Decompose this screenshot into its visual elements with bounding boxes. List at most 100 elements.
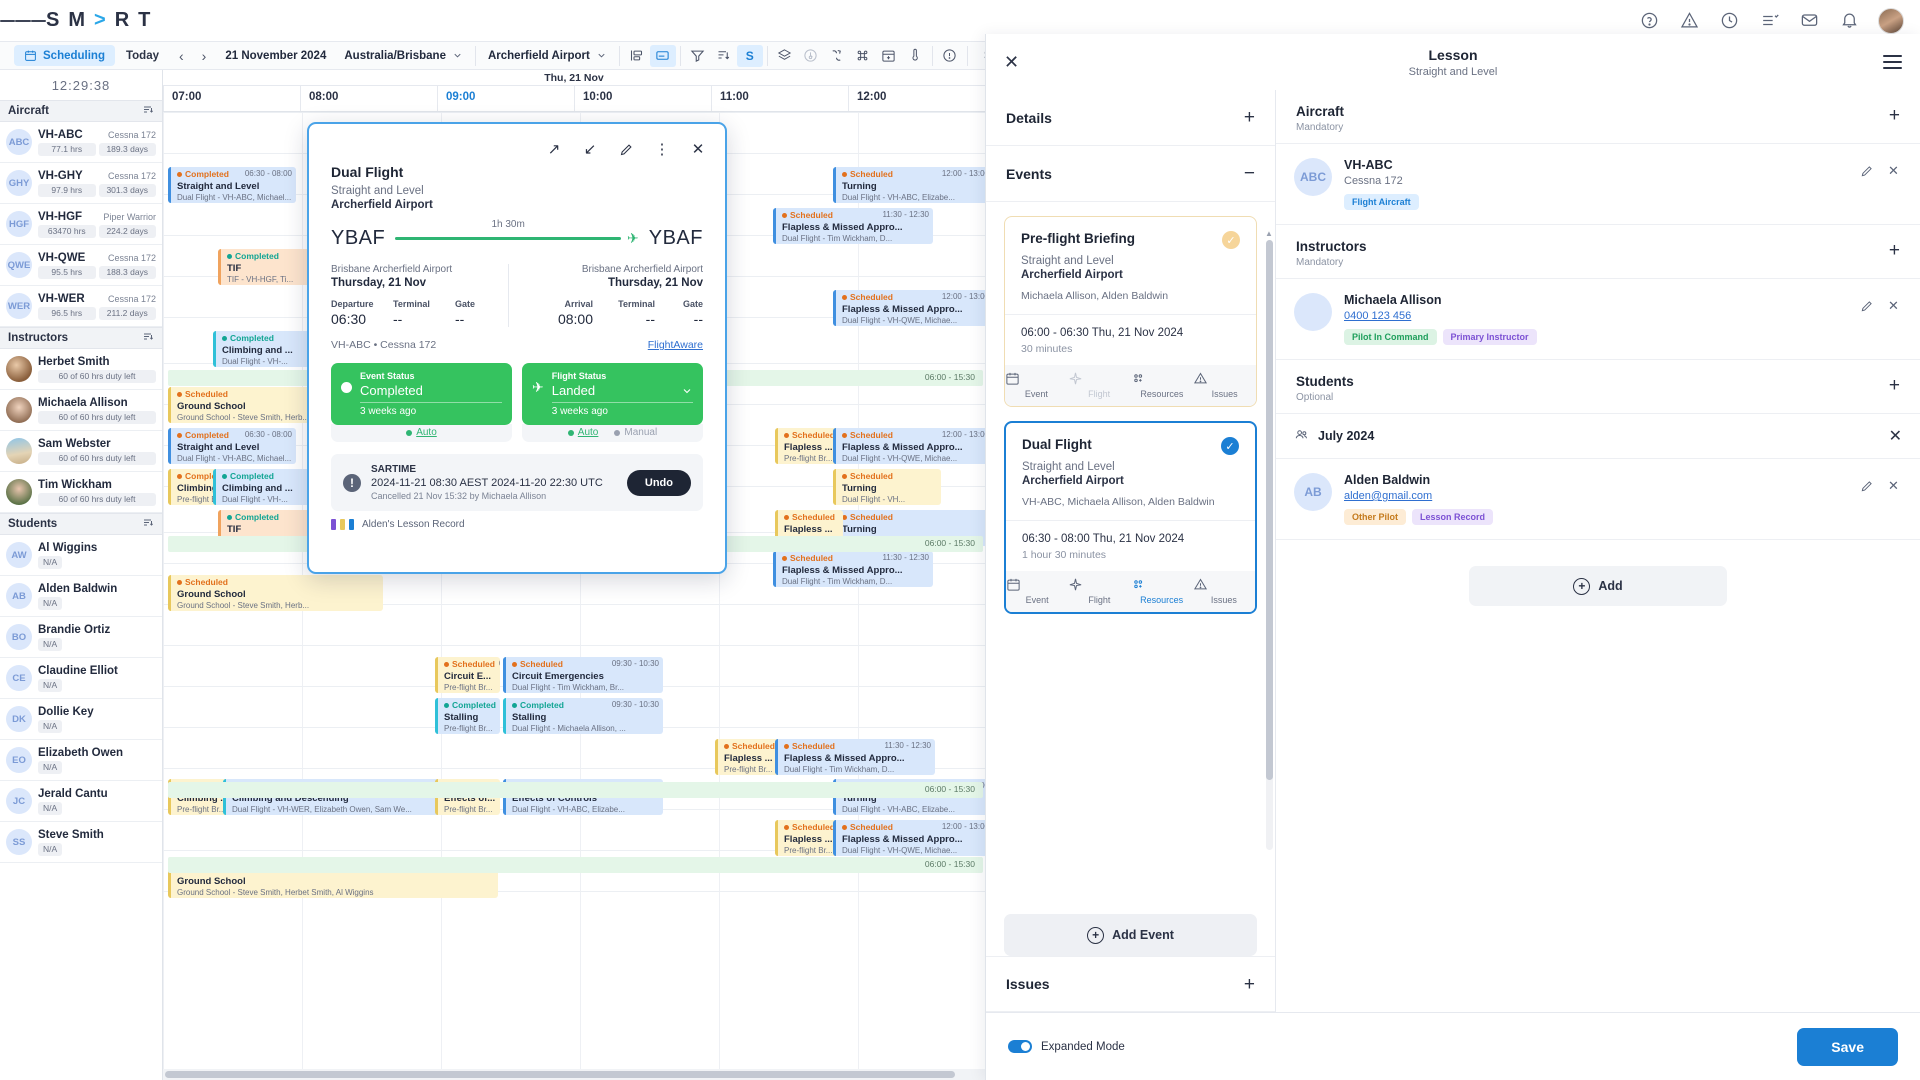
remove-aircraft-icon[interactable]: ✕ bbox=[1885, 162, 1902, 179]
tab-scheduling[interactable]: Scheduling bbox=[14, 45, 115, 66]
main-menu-icon[interactable] bbox=[0, 17, 46, 25]
calendar-event[interactable]: ScheduledTurningDual Flight - VH... bbox=[833, 469, 941, 505]
clock-icon[interactable] bbox=[1718, 10, 1740, 32]
student-row[interactable]: SSSteve SmithN/A bbox=[0, 822, 162, 863]
sort-instructors-icon[interactable] bbox=[142, 331, 154, 346]
instructor-phone[interactable]: 0400 123 456 bbox=[1344, 310, 1858, 322]
student-email[interactable]: alden@gmail.com bbox=[1344, 490, 1858, 502]
flight-manual-option[interactable]: Manual bbox=[614, 427, 657, 438]
command-icon[interactable] bbox=[850, 45, 876, 67]
add-aircraft-icon[interactable]: + bbox=[1889, 104, 1900, 125]
collapse-events-icon[interactable]: − bbox=[1244, 164, 1255, 183]
scrollbar-thumb[interactable] bbox=[1266, 240, 1273, 780]
remove-group-icon[interactable]: ✕ bbox=[1889, 426, 1902, 446]
split-view-icon[interactable] bbox=[624, 45, 650, 67]
timezone-select[interactable]: Australia/Brisbane bbox=[336, 50, 471, 62]
calendar-event[interactable]: Scheduled12:00 - 13:00Flapless & Missed … bbox=[833, 290, 985, 326]
timeline-view-icon[interactable] bbox=[650, 45, 676, 67]
student-row[interactable]: JCJerald CantuN/A bbox=[0, 781, 162, 822]
instructor-row[interactable]: Michaela Allison60 of 60 hrs duty left bbox=[0, 390, 162, 431]
calendar-event[interactable]: Scheduled09:30 - 10:30Circuit E...Pre-fl… bbox=[435, 657, 500, 693]
event-tab-resources[interactable]: Resources bbox=[1131, 577, 1193, 605]
add-details-icon[interactable]: + bbox=[1244, 108, 1255, 127]
expand-icon[interactable]: ↗ bbox=[545, 140, 563, 158]
edit-icon[interactable] bbox=[617, 140, 635, 158]
sort-aircraft-icon[interactable] bbox=[142, 104, 154, 119]
info-icon[interactable] bbox=[937, 45, 963, 67]
instructor-row[interactable]: Sam Webster60 of 60 hrs duty left bbox=[0, 431, 162, 472]
add-event-button[interactable]: + Add Event bbox=[1004, 914, 1257, 956]
edit-instructor-icon[interactable] bbox=[1858, 297, 1875, 314]
student-row[interactable]: AWAl WigginsN/A bbox=[0, 535, 162, 576]
calendar-event[interactable]: Completed09:30 - 10:30StallingDual Fligh… bbox=[503, 698, 663, 734]
prev-day-button[interactable]: ‹ bbox=[170, 48, 193, 64]
add-resource-button[interactable]: + Add bbox=[1469, 566, 1727, 606]
flight-auto-manual-segment[interactable]: Auto Manual bbox=[522, 424, 703, 442]
lesson-menu-icon[interactable] bbox=[1883, 51, 1902, 73]
event-auto-option[interactable]: Auto bbox=[406, 427, 437, 438]
sort-icon[interactable] bbox=[711, 45, 737, 67]
calendar-event[interactable]: Completed06:30 - 08:00Straight and Level… bbox=[168, 167, 296, 203]
calendar-event[interactable]: ScheduledGround SchoolGround School - St… bbox=[168, 575, 383, 611]
tasks-icon[interactable] bbox=[1758, 10, 1780, 32]
aircraft-row[interactable]: ABCVH-ABCCessna 17277.1 hrs189.3 days bbox=[0, 122, 162, 163]
lesson-event-card[interactable]: Dual Flight✓Straight and LevelArcherfiel… bbox=[1004, 421, 1257, 614]
collapse-icon[interactable]: ↙ bbox=[581, 140, 599, 158]
calendar-event[interactable]: Completed09:30 - 10:30StallingPre-flight… bbox=[435, 698, 500, 734]
remove-student-icon[interactable]: ✕ bbox=[1885, 477, 1902, 494]
aircraft-row[interactable]: WERVH-WERCessna 17296.5 hrs211.2 days bbox=[0, 286, 162, 327]
next-day-button[interactable]: › bbox=[193, 48, 216, 64]
weather-icon[interactable] bbox=[902, 45, 928, 67]
scrollbar-thumb[interactable] bbox=[165, 1071, 955, 1078]
s-toggle-icon[interactable]: S bbox=[737, 45, 763, 67]
event-tab-event[interactable]: Event bbox=[1006, 577, 1068, 605]
event-check-icon[interactable]: ✓ bbox=[1221, 437, 1239, 455]
calendar-event[interactable]: Scheduled11:30 - 12:30Flapless & Missed … bbox=[773, 551, 933, 587]
student-row[interactable]: EOElizabeth OwenN/A bbox=[0, 740, 162, 781]
event-tab-flight[interactable]: Flight bbox=[1068, 577, 1130, 605]
event-tab-issues[interactable]: Issues bbox=[1193, 577, 1255, 605]
student-row[interactable]: BOBrandie OrtizN/A bbox=[0, 617, 162, 658]
edit-student-icon[interactable] bbox=[1858, 477, 1875, 494]
more-options-icon[interactable]: ⋮ bbox=[653, 140, 671, 158]
user-avatar[interactable] bbox=[1878, 8, 1904, 34]
help-circle-icon[interactable] bbox=[1638, 10, 1660, 32]
event-tab-issues[interactable]: Issues bbox=[1193, 371, 1256, 399]
save-button[interactable]: Save bbox=[1797, 1028, 1898, 1066]
event-status-card[interactable]: Event Status Completed 3 weeks ago bbox=[331, 363, 512, 425]
flight-status-card[interactable]: ✈ Flight Status Landed 3 weeks ago bbox=[522, 363, 703, 425]
add-booking-icon[interactable] bbox=[876, 45, 902, 67]
lesson-event-card[interactable]: Pre-flight Briefing✓Straight and LevelAr… bbox=[1004, 216, 1257, 407]
layers-icon[interactable] bbox=[772, 45, 798, 67]
event-tab-event[interactable]: Event bbox=[1005, 371, 1068, 399]
student-row[interactable]: DKDollie KeyN/A bbox=[0, 699, 162, 740]
event-check-icon[interactable]: ✓ bbox=[1222, 231, 1240, 249]
expanded-mode-toggle[interactable] bbox=[1008, 1040, 1032, 1053]
conflict-icon[interactable] bbox=[824, 45, 850, 67]
calendar-horizontal-scrollbar[interactable] bbox=[163, 1069, 985, 1080]
add-issue-icon[interactable]: + bbox=[1244, 975, 1255, 994]
today-button[interactable]: Today bbox=[115, 50, 170, 62]
calendar-event[interactable]: Scheduled12:00 - 13:00Flapless & Missed … bbox=[833, 428, 985, 464]
add-student-icon[interactable]: + bbox=[1889, 374, 1900, 395]
filter-icon[interactable] bbox=[685, 45, 711, 67]
instructor-row[interactable]: Herbet Smith60 of 60 hrs duty left bbox=[0, 349, 162, 390]
sort-students-icon[interactable] bbox=[142, 517, 154, 532]
flightaware-link[interactable]: FlightAware bbox=[648, 339, 703, 351]
duty-clock-icon[interactable] bbox=[798, 45, 824, 67]
close-lesson-icon[interactable]: ✕ bbox=[1004, 52, 1019, 73]
add-instructor-icon[interactable]: + bbox=[1889, 239, 1900, 260]
scroll-up-arrow-icon[interactable]: ▲ bbox=[1265, 229, 1273, 238]
calendar-event[interactable]: Completed06:30 - 08:00Straight and Level… bbox=[168, 428, 296, 464]
calendar-event[interactable]: Scheduled11:30 - 12:30Flapless & Missed … bbox=[773, 208, 933, 244]
undo-button[interactable]: Undo bbox=[627, 470, 691, 496]
close-modal-icon[interactable]: ✕ bbox=[689, 140, 707, 158]
alert-icon[interactable] bbox=[1678, 10, 1700, 32]
flight-auto-option[interactable]: Auto bbox=[568, 427, 599, 438]
aircraft-row[interactable]: GHYVH-GHYCessna 17297.9 hrs301.3 days bbox=[0, 163, 162, 204]
remove-instructor-icon[interactable]: ✕ bbox=[1885, 297, 1902, 314]
event-auto-segment[interactable]: Auto bbox=[331, 424, 512, 442]
location-select[interactable]: Archerfield Airport bbox=[480, 50, 615, 62]
calendar-event[interactable]: Scheduled11:30 - 12:30Flapless & Missed … bbox=[775, 739, 935, 775]
aircraft-row[interactable]: QWEVH-QWECessna 17295.5 hrs188.3 days bbox=[0, 245, 162, 286]
